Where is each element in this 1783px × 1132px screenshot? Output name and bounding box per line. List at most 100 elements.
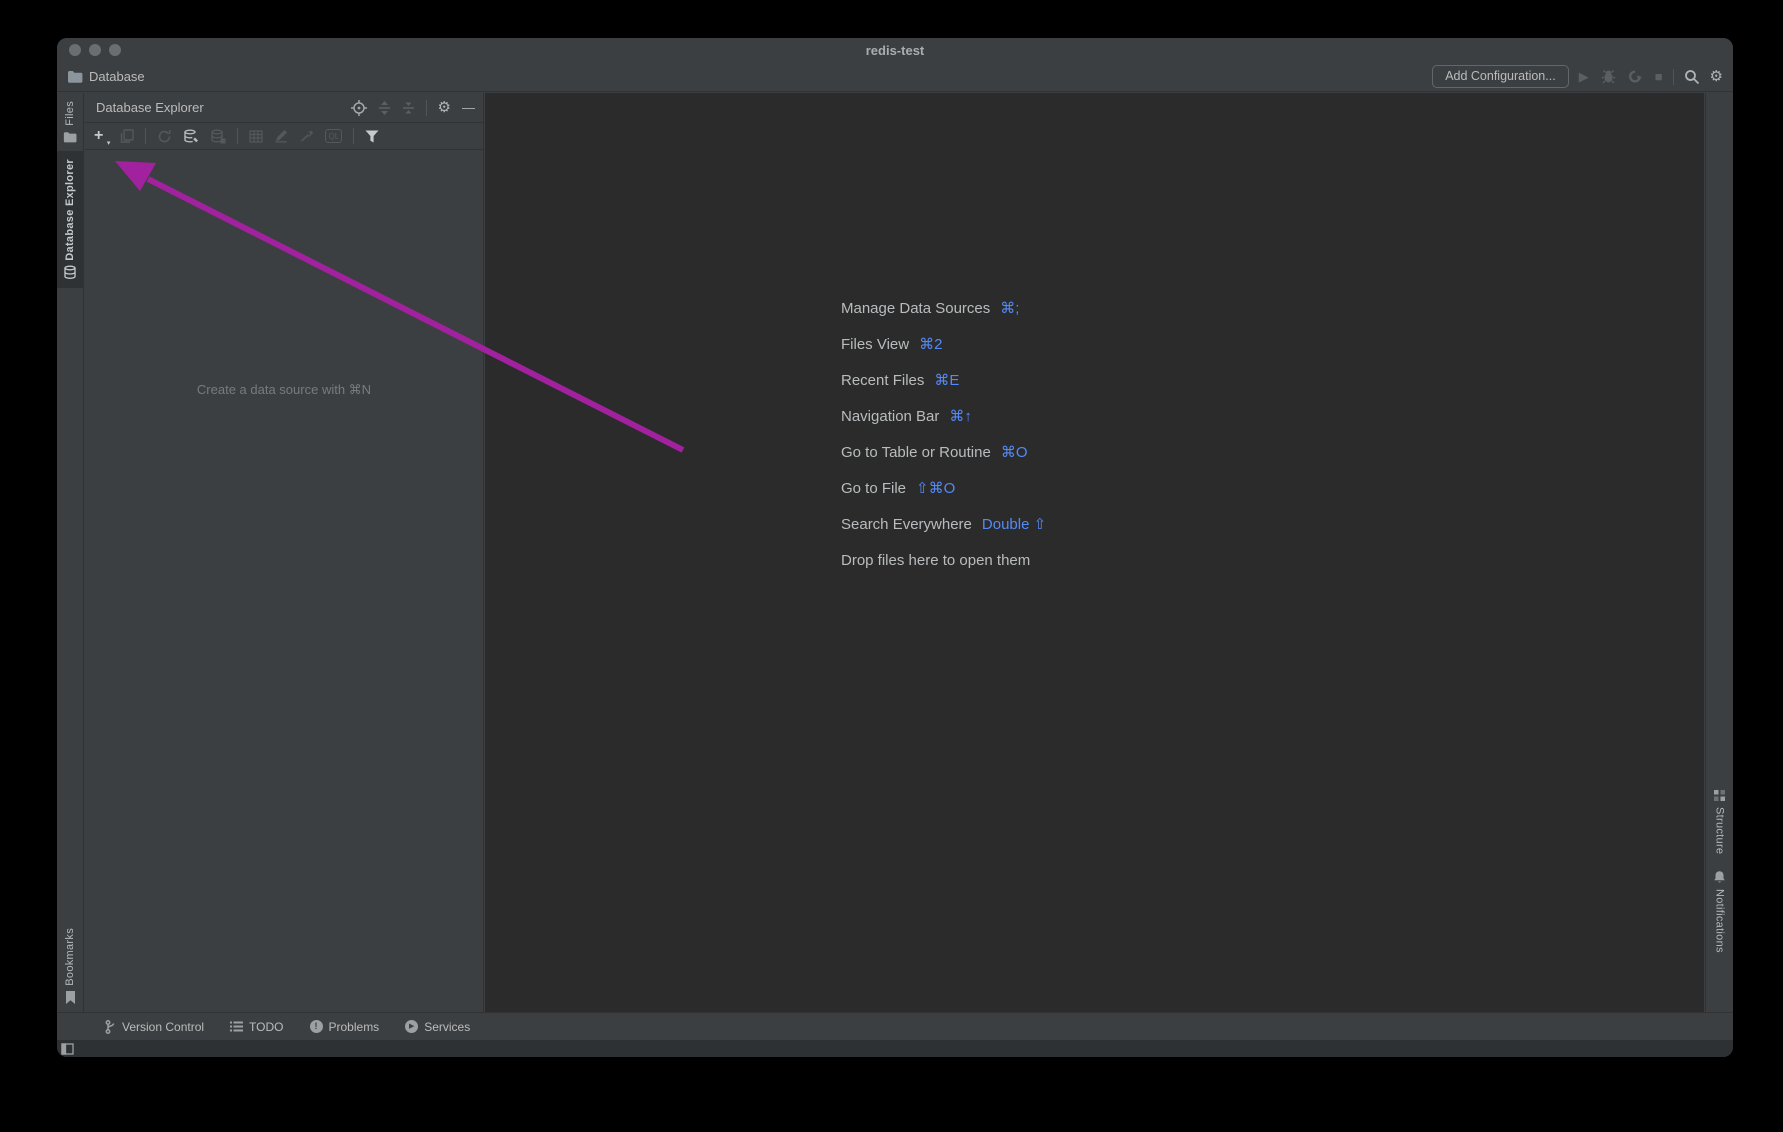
stripe-tab-bookmarks[interactable]: Bookmarks xyxy=(57,920,83,1012)
stripe-tab-todo[interactable]: TODO xyxy=(230,1020,283,1034)
panel-toolbar: + ▾ xyxy=(85,122,483,150)
duplicate-icon[interactable] xyxy=(120,129,134,143)
shortcut-row: Go to Table or Routine ⌘O xyxy=(841,434,1046,470)
shortcut-row: Drop files here to open them xyxy=(841,542,1046,578)
shortcut-label: Search Everywhere xyxy=(841,516,972,533)
toolbar-separator xyxy=(237,128,238,144)
shortcut-label: Files View xyxy=(841,336,909,353)
files-tab-label: Files xyxy=(64,101,76,126)
shortcut-keys: ⌘2 xyxy=(919,335,942,353)
folder-icon xyxy=(67,70,83,83)
stripe-tab-database-explorer[interactable]: Database Explorer xyxy=(57,151,83,289)
stripe-tab-notifications[interactable]: Notifications xyxy=(1706,862,1733,961)
editor-area: Manage Data Sources ⌘; Files View ⌘2 Rec… xyxy=(485,93,1704,1012)
shortcut-row: Files View ⌘2 xyxy=(841,326,1046,362)
data-source-properties-icon[interactable] xyxy=(183,129,199,144)
caret-down-icon: ▾ xyxy=(107,140,111,147)
bottom-tool-stripe: Version Control TODO ! Problems ▶ Servic… xyxy=(57,1012,1733,1040)
filter-icon[interactable] xyxy=(365,130,379,143)
shortcut-keys: ⌘E xyxy=(934,371,959,389)
breadcrumb[interactable]: Database xyxy=(67,69,145,84)
shortcut-keys: ⌘↑ xyxy=(949,407,972,425)
title-bar: redis-test xyxy=(57,38,1733,62)
panel-title: Database Explorer xyxy=(96,100,204,115)
problems-label: Problems xyxy=(329,1020,380,1034)
ide-window: redis-test Database Add Configuration...… xyxy=(57,38,1733,1057)
todo-list-icon xyxy=(230,1021,243,1032)
run-toolbar: Add Configuration... ▶ ■ xyxy=(1432,65,1723,88)
panel-header-separator xyxy=(426,100,427,116)
shortcut-label: Recent Files xyxy=(841,372,924,389)
detach-data-source-icon[interactable] xyxy=(210,129,226,144)
run-controls: ▶ ■ xyxy=(1579,69,1663,85)
git-branch-icon xyxy=(105,1020,116,1034)
shortcut-keys: ⌘O xyxy=(1001,443,1028,461)
expand-all-icon[interactable] xyxy=(378,101,391,115)
bookmarks-tab-label: Bookmarks xyxy=(64,928,76,986)
jump-to-icon[interactable] xyxy=(299,130,314,143)
tool-window-switcher-icon[interactable] xyxy=(61,1043,74,1055)
panel-header-icons: ⚙ — xyxy=(351,100,475,116)
database-icon xyxy=(63,265,77,280)
stripe-tab-problems[interactable]: ! Problems xyxy=(310,1020,380,1034)
version-control-label: Version Control xyxy=(122,1020,204,1034)
shortcut-row: Search Everywhere Double ⇧ xyxy=(841,506,1046,542)
left-tool-stripe: Files Database Explorer Bookmarks xyxy=(57,93,84,1012)
shortcut-row: Go to File ⇧⌘O xyxy=(841,470,1046,506)
status-bar xyxy=(57,1040,1733,1057)
edit-icon[interactable] xyxy=(274,129,288,143)
stripe-tab-structure[interactable]: Structure xyxy=(1706,781,1733,862)
table-icon[interactable] xyxy=(249,130,263,143)
panel-header: Database Explorer xyxy=(85,93,483,122)
folder-icon xyxy=(63,131,77,143)
services-label: Services xyxy=(424,1020,470,1034)
stripe-tab-services[interactable]: ▶ Services xyxy=(405,1020,470,1034)
settings-gear-icon[interactable]: ⚙ xyxy=(1710,69,1723,84)
shortcut-keys: ⇧⌘O xyxy=(916,479,955,497)
notifications-bell-icon xyxy=(1713,870,1726,884)
shortcut-label: Navigation Bar xyxy=(841,408,939,425)
hide-panel-icon[interactable]: — xyxy=(462,100,475,115)
shortcut-label: Drop files here to open them xyxy=(841,552,1030,569)
bookmark-icon xyxy=(65,991,76,1004)
locate-icon[interactable] xyxy=(351,100,367,116)
plus-icon: + xyxy=(94,128,103,144)
services-icon: ▶ xyxy=(405,1020,418,1033)
database-explorer-panel: Database Explorer xyxy=(85,93,484,1012)
toolbar-separator xyxy=(1673,69,1674,85)
refresh-icon[interactable] xyxy=(157,129,172,144)
jump-to-console-icon[interactable]: QL xyxy=(325,129,342,143)
stop-icon[interactable]: ■ xyxy=(1655,69,1663,84)
shortcut-label: Go to Table or Routine xyxy=(841,444,991,461)
search-everywhere-icon[interactable] xyxy=(1684,69,1700,85)
shortcut-row: Recent Files ⌘E xyxy=(841,362,1046,398)
database-explorer-tab-label: Database Explorer xyxy=(64,159,76,261)
toolbar-separator xyxy=(145,128,146,144)
shortcut-label: Go to File xyxy=(841,480,906,497)
shortcut-row: Navigation Bar ⌘↑ xyxy=(841,398,1046,434)
shortcut-label: Manage Data Sources xyxy=(841,300,990,317)
shortcut-cheatsheet: Manage Data Sources ⌘; Files View ⌘2 Rec… xyxy=(841,290,1046,578)
panel-options-gear-icon[interactable]: ⚙ xyxy=(438,100,451,115)
structure-tab-label: Structure xyxy=(1714,807,1726,854)
window-title: redis-test xyxy=(57,38,1733,62)
run-icon[interactable]: ▶ xyxy=(1579,69,1589,85)
new-data-source-button[interactable]: + ▾ xyxy=(94,128,103,144)
right-tool-stripe: Structure Notifications xyxy=(1705,93,1733,1012)
shortcut-keys: Double ⇧ xyxy=(982,515,1046,533)
collapse-all-icon[interactable] xyxy=(402,101,415,115)
notifications-tab-label: Notifications xyxy=(1714,889,1726,953)
problems-icon: ! xyxy=(310,1020,323,1033)
structure-icon xyxy=(1713,789,1726,802)
panel-empty-hint: Create a data source with ⌘N xyxy=(85,382,483,398)
navigation-bar: Database Add Configuration... ▶ xyxy=(57,62,1733,92)
debug-icon[interactable] xyxy=(1601,69,1616,84)
stripe-tab-files[interactable]: Files xyxy=(57,93,83,151)
shortcut-row: Manage Data Sources ⌘; xyxy=(841,290,1046,326)
shortcut-keys: ⌘; xyxy=(1000,299,1019,317)
todo-label: TODO xyxy=(249,1020,283,1034)
profiler-icon[interactable] xyxy=(1628,69,1643,84)
breadcrumb-label: Database xyxy=(89,69,145,84)
add-configuration-button[interactable]: Add Configuration... xyxy=(1432,65,1569,88)
stripe-tab-version-control[interactable]: Version Control xyxy=(105,1020,204,1034)
